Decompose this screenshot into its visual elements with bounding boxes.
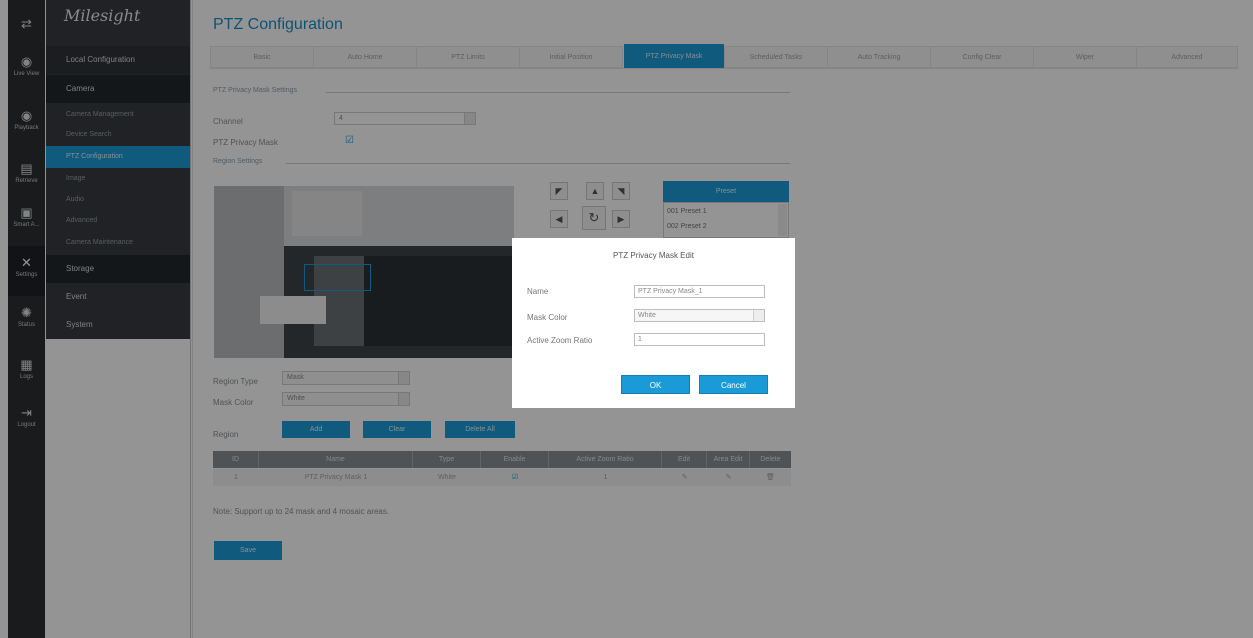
cancel-button[interactable]: Cancel [699,375,768,394]
active-zoom-ratio-input[interactable]: 1 [634,333,765,346]
active-zoom-ratio-label: Active Zoom Ratio [527,336,593,345]
name-label: Name [527,287,549,296]
name-input[interactable]: PTZ Privacy Mask_1 [634,285,765,298]
ptz-privacy-mask-edit-dialog: PTZ Privacy Mask Edit Name PTZ Privacy M… [512,238,795,408]
dialog-mask-color-label: Mask Color [527,313,568,322]
ok-button[interactable]: OK [621,375,690,394]
chevron-down-icon [753,310,764,321]
dialog-mask-color-select[interactable]: White [634,309,765,322]
dialog-title: PTZ Privacy Mask Edit [613,251,694,260]
dialog-mask-color-value: White [638,312,656,319]
